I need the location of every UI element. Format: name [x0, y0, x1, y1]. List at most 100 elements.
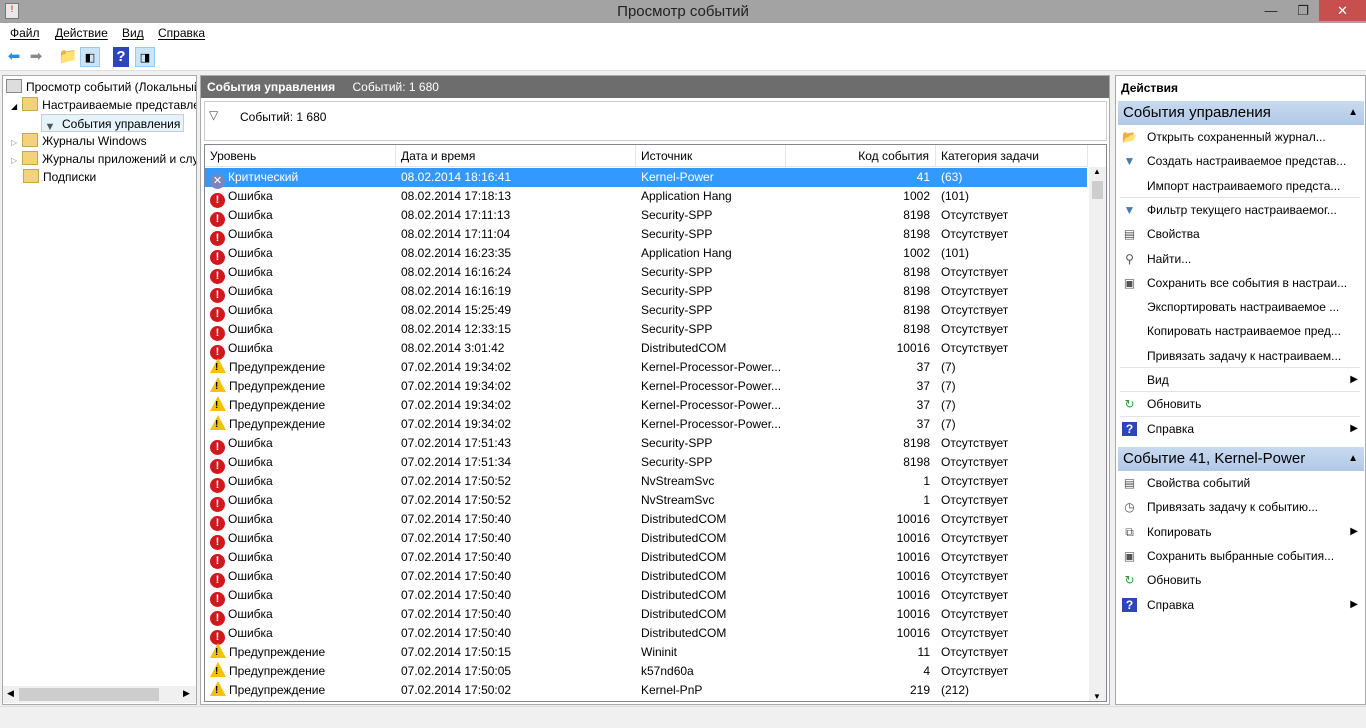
forward-arrow-icon[interactable]: ➡ — [26, 47, 46, 67]
table-row[interactable]: ✕ Критический 08.02.2014 18:16:41 Kernel-… — [205, 168, 1087, 189]
maximize-button[interactable]: ❐ — [1288, 0, 1318, 21]
cell-date: 07.02.2014 17:50:52 — [401, 493, 512, 507]
table-row[interactable]: ! Ошибка 07.02.2014 17:51:34 Security-SPP… — [205, 453, 1087, 474]
menu-view[interactable]: Вид — [122, 26, 144, 40]
tree-item-app-logs[interactable]: ▷Журналы приложений и служб — [11, 150, 196, 168]
table-row[interactable]: ! Предупреждение 07.02.2014 17:50:15 Wini… — [205, 643, 1087, 662]
menu-help[interactable]: Справка — [158, 26, 205, 40]
tree-item-subscriptions[interactable]: Подписки — [23, 168, 193, 186]
column-header-date[interactable]: Дата и время — [396, 145, 636, 167]
table-row[interactable]: ! Ошибка 08.02.2014 16:16:19 Security-SPP… — [205, 282, 1087, 303]
scroll-down-icon[interactable]: ▼ — [1093, 692, 1101, 701]
action-item[interactable]: ◷ Привязать задачу к событию... — [1116, 495, 1362, 519]
action-item[interactable]: ▼ Фильтр текущего настраиваемог... — [1116, 198, 1362, 222]
table-row[interactable]: ! Предупреждение 07.02.2014 17:50:02 Kern… — [205, 681, 1087, 700]
scroll-thumb[interactable] — [1092, 181, 1103, 199]
menu-file[interactable]: Файл — [10, 26, 40, 40]
column-header-level[interactable]: Уровень — [205, 145, 396, 167]
scroll-up-icon[interactable]: ▲ — [1093, 167, 1101, 176]
table-vertical-scrollbar[interactable]: ▲ ▼ — [1089, 167, 1106, 701]
action-item[interactable]: ? Справка ▶ — [1116, 417, 1362, 441]
refresh-icon: ↻ — [1124, 397, 1135, 412]
action-item[interactable]: ↻ Обновить — [1116, 568, 1362, 592]
action-item[interactable]: 📂 Открыть сохраненный журнал... — [1116, 125, 1362, 149]
action-item[interactable]: ↻ Обновить — [1116, 392, 1362, 416]
table-row[interactable]: ! Ошибка 07.02.2014 17:50:52 NvStreamSvc … — [205, 472, 1087, 493]
back-arrow-icon[interactable]: ⬅ — [4, 47, 24, 67]
table-row[interactable]: ! Ошибка 07.02.2014 17:50:40 DistributedC… — [205, 567, 1087, 588]
cell-source: Kernel-Processor-Power... — [641, 379, 782, 393]
table-row[interactable]: ! Ошибка 07.02.2014 17:50:40 DistributedC… — [205, 624, 1087, 645]
table-row[interactable]: ! Ошибка 07.02.2014 17:50:40 DistributedC… — [205, 586, 1087, 607]
table-row[interactable]: ! Предупреждение 07.02.2014 19:34:02 Kern… — [205, 396, 1087, 415]
table-row[interactable]: ! Ошибка 07.02.2014 17:50:40 DistributedC… — [205, 529, 1087, 550]
up-folder-icon[interactable]: 📁 — [58, 47, 78, 67]
cell-date: 07.02.2014 19:34:02 — [401, 360, 512, 374]
filter-create-icon: ▼ — [1123, 154, 1136, 169]
tree-horizontal-scrollbar[interactable]: ◀ ▶ — [3, 686, 196, 703]
tree-item-windows-logs[interactable]: ▷ Журналы Windows — [11, 132, 196, 150]
tree-item-root[interactable]: Просмотр событий (Локальный) — [6, 78, 196, 96]
cell-level: ! Ошибка — [210, 263, 395, 284]
show-hide-tree-icon[interactable]: ◧ — [80, 47, 100, 67]
cell-level: ! Предупреждение — [210, 643, 395, 662]
table-row[interactable]: ! Предупреждение 07.02.2014 19:34:02 Kern… — [205, 358, 1087, 377]
section-header-admin-events[interactable]: События управления ▲ — [1118, 101, 1364, 125]
table-row[interactable]: ! Ошибка 08.02.2014 16:16:24 Security-SPP… — [205, 263, 1087, 284]
table-row[interactable]: ! Ошибка 07.02.2014 17:51:43 Security-SPP… — [205, 434, 1087, 455]
action-item[interactable]: Вид ▶ — [1116, 368, 1362, 392]
scroll-left-icon[interactable]: ◀ — [7, 688, 14, 699]
section-header-event[interactable]: Событие 41, Kernel-Power ▲ — [1118, 447, 1364, 471]
table-row[interactable]: ! Ошибка 07.02.2014 17:50:52 NvStreamSvc … — [205, 491, 1087, 512]
action-item[interactable]: Привязать задачу к настраиваем... — [1116, 344, 1362, 368]
action-item[interactable]: ⚲ Найти... — [1116, 247, 1362, 271]
table-row[interactable]: ! Ошибка 08.02.2014 16:23:35 Application … — [205, 244, 1087, 265]
cell-task-category: Отсутствует — [941, 303, 1009, 317]
table-row[interactable]: ! Предупреждение 07.02.2014 19:34:02 Kern… — [205, 377, 1087, 396]
table-row[interactable]: ! Ошибка 08.02.2014 3:01:42 DistributedCO… — [205, 339, 1087, 360]
tree-item-custom-views[interactable]: ◢Настраиваемые представления — [11, 96, 196, 114]
table-row[interactable]: ! Ошибка 08.02.2014 17:18:13 Application … — [205, 187, 1087, 208]
action-item[interactable]: ? Справка ▶ — [1116, 593, 1362, 617]
action-item[interactable]: ▤ Свойства — [1116, 222, 1362, 246]
table-row[interactable]: ! Предупреждение 07.02.2014 19:34:02 Kern… — [205, 415, 1087, 434]
scroll-thumb[interactable] — [19, 688, 159, 701]
scroll-right-icon[interactable]: ▶ — [183, 688, 190, 699]
action-item[interactable]: ▣ Сохранить все события в настраи... — [1116, 271, 1362, 295]
collapse-icon[interactable]: ▲ — [1348, 447, 1358, 471]
table-row[interactable]: ! Ошибка 07.02.2014 17:50:40 DistributedC… — [205, 605, 1087, 626]
tree-item-admin-events[interactable]: ▼ События управления — [41, 114, 185, 132]
action-item[interactable]: ▼ Создать настраиваемое представ... — [1116, 149, 1362, 173]
table-row[interactable]: ! Предупреждение 07.02.2014 17:50:05 k57n… — [205, 662, 1087, 681]
collapse-icon[interactable]: ▲ — [1348, 101, 1358, 125]
table-row[interactable]: ! Ошибка 08.02.2014 17:11:04 Security-SPP… — [205, 225, 1087, 246]
action-item[interactable]: ⧉ Копировать ▶ — [1116, 520, 1362, 544]
column-header-task-category[interactable]: Категория задачи — [936, 145, 1088, 167]
column-header-source[interactable]: Источник — [636, 145, 786, 167]
menu-action[interactable]: Действие — [55, 26, 108, 40]
action-item[interactable]: ▣ Сохранить выбранные события... — [1116, 544, 1362, 568]
table-row[interactable]: ! Ошибка 07.02.2014 17:50:40 DistributedC… — [205, 510, 1087, 531]
table-row[interactable]: ! Ошибка 08.02.2014 15:25:49 Security-SPP… — [205, 301, 1087, 322]
close-button[interactable]: ✕ — [1319, 0, 1366, 21]
show-hide-actions-icon[interactable]: ◨ — [135, 47, 155, 67]
action-item[interactable]: Экспортировать настраиваемое ... — [1116, 295, 1362, 319]
table-row[interactable]: ! Ошибка 08.02.2014 12:33:15 Security-SPP… — [205, 320, 1087, 341]
collapsed-arrow-icon[interactable]: ▷ — [11, 138, 17, 147]
action-item[interactable]: Копировать настраиваемое пред... — [1116, 319, 1362, 343]
cell-event-id: 11 — [917, 645, 930, 659]
help-icon[interactable]: ? — [113, 47, 129, 67]
column-header-event-id[interactable]: Код события — [786, 145, 936, 167]
action-item[interactable]: Импорт настраиваемого предста... — [1116, 174, 1362, 198]
table-row[interactable]: ! Ошибка 07.02.2014 17:50:40 DistributedC… — [205, 548, 1087, 569]
status-bar — [0, 706, 1366, 728]
pane-header: События управления Событий: 1 680 — [201, 76, 1109, 98]
collapsed-arrow-icon[interactable]: ▷ — [11, 156, 17, 165]
expanded-arrow-icon[interactable]: ◢ — [11, 102, 17, 111]
cell-source: Kernel-Processor-Power... — [641, 417, 782, 431]
table-row[interactable]: ! Ошибка 08.02.2014 17:11:13 Security-SPP… — [205, 206, 1087, 227]
action-item[interactable]: ▤ Свойства событий — [1116, 471, 1362, 495]
submenu-arrow-icon: ▶ — [1350, 525, 1358, 537]
cell-task-category: Отсутствует — [941, 588, 1009, 602]
minimize-button[interactable]: — — [1256, 0, 1286, 21]
